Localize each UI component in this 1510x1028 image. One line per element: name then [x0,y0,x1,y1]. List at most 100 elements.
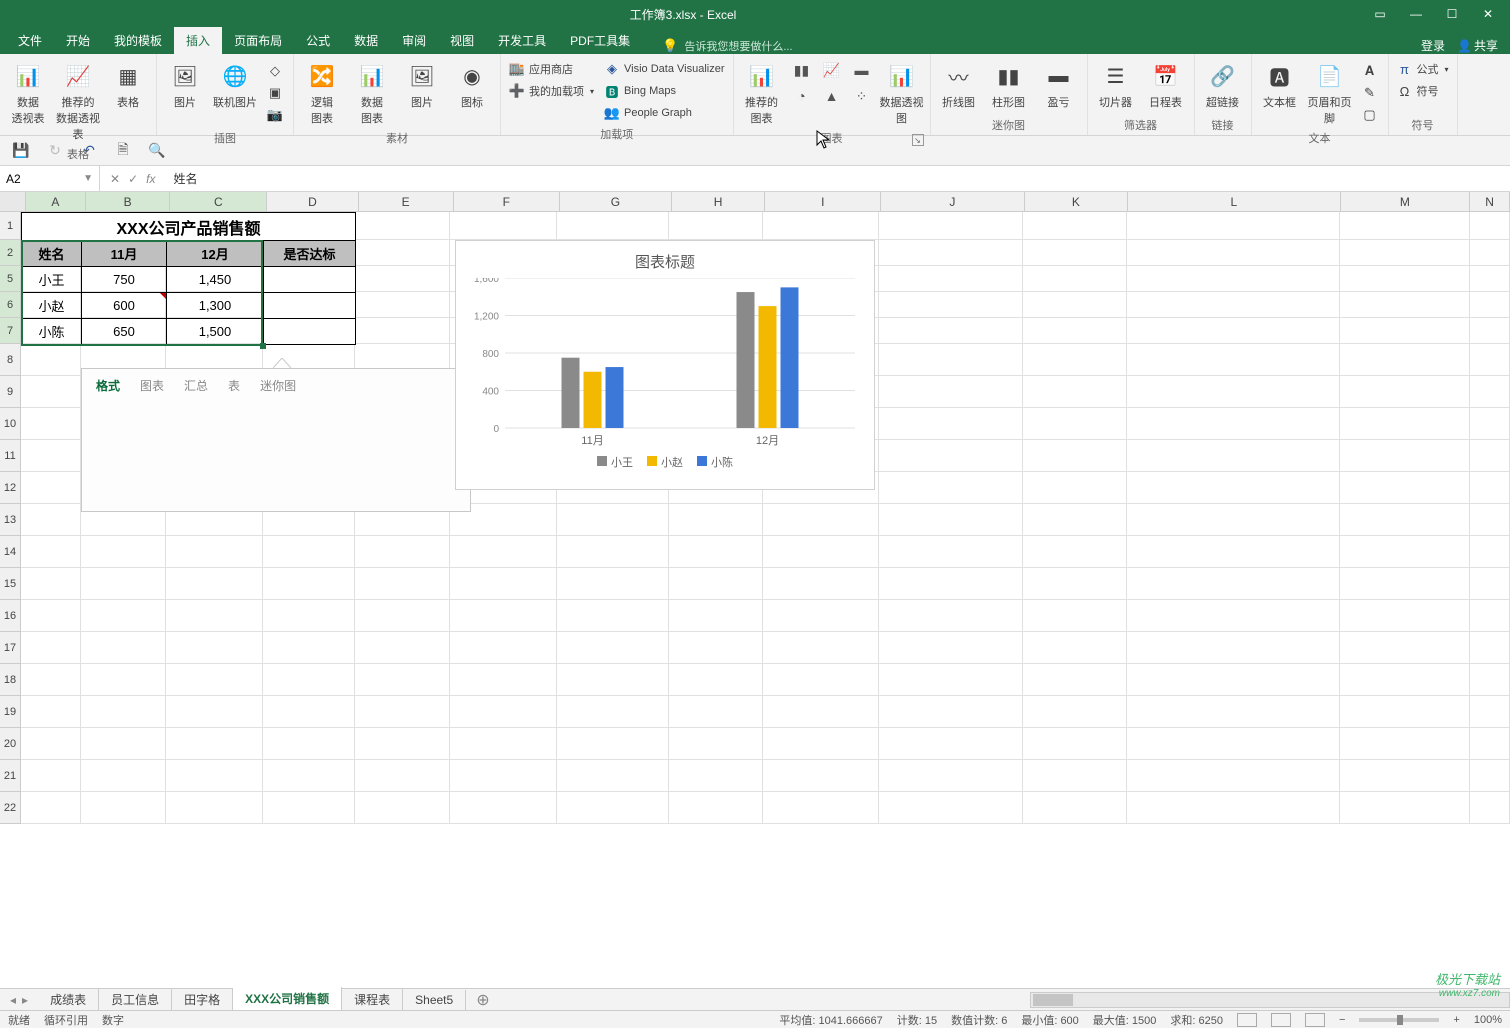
row-header[interactable]: 18 [0,664,21,696]
tab-data[interactable]: 数据 [342,27,390,54]
row-header[interactable]: 21 [0,760,21,792]
row-header[interactable]: 19 [0,696,21,728]
col-header-l[interactable]: L [1128,192,1340,211]
close-button[interactable]: ✕ [1474,4,1502,24]
maximize-button[interactable]: ☐ [1438,4,1466,24]
fx-button[interactable]: fx [146,172,155,186]
slicer-button[interactable]: ☰切片器 [1092,58,1140,112]
pictures-button[interactable]: 🖼图片 [161,58,209,112]
cell-name-1[interactable]: 小赵 [22,293,82,319]
th-name[interactable]: 姓名 [22,241,82,267]
row-header[interactable]: 9 [0,376,21,408]
spreadsheet-grid[interactable]: A B C D E F G H I J K L M N 125678910111… [0,192,1510,896]
sparkline-line-button[interactable]: 〰折线图 [935,58,983,112]
bing-maps-button[interactable]: 🅱Bing Maps [600,80,728,102]
row-header[interactable]: 16 [0,600,21,632]
row-header[interactable]: 22 [0,792,21,824]
row-header[interactable]: 7 [0,318,21,344]
qa-tab-tables[interactable]: 表 [228,377,240,394]
hyperlink-button[interactable]: 🔗超链接 [1199,58,1247,112]
scatter-chart-button[interactable]: ⁘ [848,84,876,108]
login-link[interactable]: 登录 [1421,37,1445,54]
column-chart-button[interactable]: ▮▮ [788,58,816,82]
col-header-g[interactable]: G [560,192,672,211]
people-graph-button[interactable]: 👥People Graph [600,102,728,124]
tab-review[interactable]: 审阅 [390,27,438,54]
online-pictures-button[interactable]: 🌐联机图片 [211,58,259,112]
sheet-tab-5[interactable]: Sheet5 [403,990,466,1010]
row-header[interactable]: 20 [0,728,21,760]
zoom-in-button[interactable]: + [1453,1014,1459,1026]
app-store-button[interactable]: 🏬应用商店 [505,58,598,80]
tab-home[interactable]: 开始 [54,27,102,54]
cell-name-0[interactable]: 小王 [22,267,82,293]
row-header[interactable]: 17 [0,632,21,664]
col-header-i[interactable]: I [765,192,881,211]
table-button[interactable]: ▦表格 [104,58,152,112]
signature-button[interactable]: ✎ [1358,82,1382,104]
col-header-f[interactable]: F [454,192,561,211]
object-button[interactable]: ▢ [1358,104,1382,126]
sheet-nav-last[interactable]: ▸ [22,993,28,1007]
tab-view[interactable]: 视图 [438,27,486,54]
visio-addin-button[interactable]: ◈Visio Data Visualizer [600,58,728,80]
scrollbar-thumb[interactable] [1033,994,1073,1006]
smartart-button[interactable]: ▣ [263,82,287,104]
textbox-button[interactable]: 🅰文本框 [1256,58,1304,112]
zoom-out-button[interactable]: − [1339,1014,1345,1026]
cell-nov-1[interactable]: 600 [82,293,167,319]
formula-input[interactable]: 姓名 [165,170,1510,187]
cell-dec-2[interactable]: 1,500 [167,319,264,345]
area-chart-button[interactable]: ▲ [818,84,846,108]
tab-formulas[interactable]: 公式 [294,27,342,54]
col-header-m[interactable]: M [1341,192,1471,211]
view-pagebreak-button[interactable] [1305,1013,1325,1027]
sparkline-column-button[interactable]: ▮▮柱形图 [985,58,1033,112]
col-header-a[interactable]: A [26,192,86,211]
col-header-j[interactable]: J [881,192,1025,211]
table-row[interactable]: 小王 750 1,450 [22,267,356,293]
row-header[interactable]: 6 [0,292,21,318]
th-nov[interactable]: 11月 [82,241,167,267]
material-picture-button[interactable]: 🖼图片 [398,58,446,112]
sheet-tab-2[interactable]: 田字格 [172,988,233,1011]
embedded-chart[interactable]: 图表标题 04008001,2001,60011月12月 小王 小赵 小陈 [455,240,875,490]
chart-legend[interactable]: 小王 小赵 小陈 [456,448,874,480]
row-header[interactable]: 8 [0,344,21,376]
timeline-button[interactable]: 📅日程表 [1142,58,1190,112]
sparkline-winloss-button[interactable]: ▬盈亏 [1035,58,1083,112]
pie-chart-button[interactable]: ◔ [788,84,816,108]
cancel-formula-button[interactable]: ✕ [110,172,120,186]
cell-nov-0[interactable]: 750 [82,267,167,293]
col-header-n[interactable]: N [1470,192,1510,211]
row-header[interactable]: 10 [0,408,21,440]
logic-chart-button[interactable]: 🔀逻辑 图表 [298,58,346,128]
qa-tab-charts[interactable]: 图表 [140,377,164,394]
equation-button[interactable]: π公式▾ [1393,58,1453,80]
minimize-button[interactable]: — [1402,4,1430,24]
tab-developer[interactable]: 开发工具 [486,27,558,54]
material-icon-button[interactable]: ◉图标 [448,58,496,112]
sheet-tab-1[interactable]: 员工信息 [99,988,172,1011]
zoom-slider[interactable] [1359,1018,1439,1022]
quick-analysis-panel[interactable]: 格式 图表 汇总 表 迷你图 [81,368,471,512]
share-link[interactable]: 👤共享 [1457,37,1498,54]
cell-pass-0[interactable] [264,267,356,293]
pivot-chart-button[interactable]: 📊数据透视图 [878,58,926,128]
col-header-h[interactable]: H [672,192,766,211]
zoom-thumb[interactable] [1397,1015,1403,1025]
table-row[interactable]: 小陈 650 1,500 [22,319,356,345]
row-header[interactable]: 11 [0,440,21,472]
qa-tab-format[interactable]: 格式 [96,377,120,394]
tab-file[interactable]: 文件 [6,27,54,54]
cell-nov-2[interactable]: 650 [82,319,167,345]
my-addins-button[interactable]: ➕我的加载项▾ [505,80,598,102]
tab-page-layout[interactable]: 页面布局 [222,27,294,54]
sheet-tab-4[interactable]: 课程表 [342,988,403,1011]
cell-name-2[interactable]: 小陈 [22,319,82,345]
header-footer-button[interactable]: 📄页眉和页脚 [1306,58,1354,128]
view-normal-button[interactable] [1237,1013,1257,1027]
col-header-c[interactable]: C [170,192,267,211]
data-chart-button[interactable]: 📊数据 图表 [348,58,396,128]
col-header-d[interactable]: D [267,192,359,211]
